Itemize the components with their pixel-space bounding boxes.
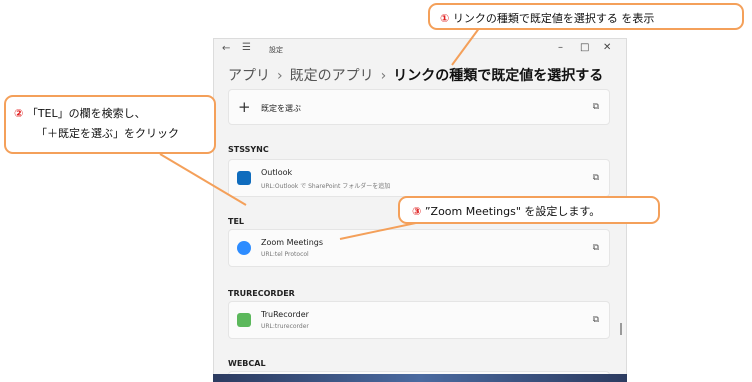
app-url: URL:tel Protocol [261,251,309,258]
app-name: TruRecorder [261,310,309,319]
app-url: URL:Outlook で SharePoint フォルダーを追加 [261,183,391,190]
breadcrumb-separator: › [380,68,387,84]
step-number: ② [14,107,24,120]
outlook-app-card[interactable]: Outlook URL:Outlook で SharePoint フォルダーを追… [228,159,610,197]
choose-default-card[interactable]: + 既定を選ぶ ⧉ [228,89,610,125]
section-tel: TEL [228,217,245,226]
callout-text-line2: 「＋既定を選ぶ」をクリック [36,127,179,140]
back-arrow-icon[interactable]: ← [222,43,230,54]
zoom-app-card[interactable]: Zoom Meetings URL:tel Protocol ⧉ [228,229,610,267]
breadcrumb-apps[interactable]: アプリ [228,68,270,84]
callout-text-line1: 「TEL」の欄を検索し、 [26,107,146,120]
external-link-icon[interactable]: ⧉ [593,243,599,253]
step-number: ① [440,12,450,25]
hamburger-icon[interactable]: ☰ [242,42,251,53]
trurecorder-icon [237,313,251,327]
scrollbar[interactable] [620,323,622,335]
maximize-icon[interactable]: □ [580,42,589,53]
external-link-icon[interactable]: ⧉ [593,102,599,112]
section-stssync: STSSYNC [228,145,269,154]
section-trurecorder: TRURECORDER [228,289,295,298]
app-name: Outlook [261,168,293,177]
callout-text: リンクの種類で既定値を選択する を表示 [452,12,655,25]
minimize-icon[interactable]: – [558,42,563,53]
plus-icon: + [238,98,251,116]
callout-text: ”Zoom Meetings" を設定します。 [424,205,601,218]
callout-step-1: ① リンクの種類で既定値を選択する を表示 [428,3,744,30]
breadcrumb-current: リンクの種類で既定値を選択する [393,68,604,84]
callout-step-2: ② 「TEL」の欄を検索し、 「＋既定を選ぶ」をクリック [4,95,216,154]
breadcrumb-separator: › [277,68,283,84]
outlook-icon [237,171,251,185]
window-title: 設定 [269,46,283,54]
external-link-icon[interactable]: ⧉ [593,315,599,325]
taskbar-edge [213,374,627,382]
step-number: ③ [412,205,422,218]
app-url: URL:trurecorder [261,323,309,330]
section-webcal: WEBCAL [228,359,266,368]
breadcrumb-default-apps[interactable]: 既定のアプリ [290,68,374,84]
trurecorder-app-card[interactable]: TruRecorder URL:trurecorder ⧉ [228,301,610,339]
title-bar: ← ☰ 設定 – □ ✕ [214,39,626,61]
breadcrumb: アプリ › 既定のアプリ › リンクの種類で既定値を選択する [228,65,603,85]
choose-default-label: 既定を選ぶ [261,104,301,113]
callout-step-3: ③ ”Zoom Meetings" を設定します。 [398,196,660,224]
close-icon[interactable]: ✕ [603,42,611,53]
external-link-icon[interactable]: ⧉ [593,173,599,183]
app-name: Zoom Meetings [261,238,324,247]
zoom-icon [237,241,251,255]
